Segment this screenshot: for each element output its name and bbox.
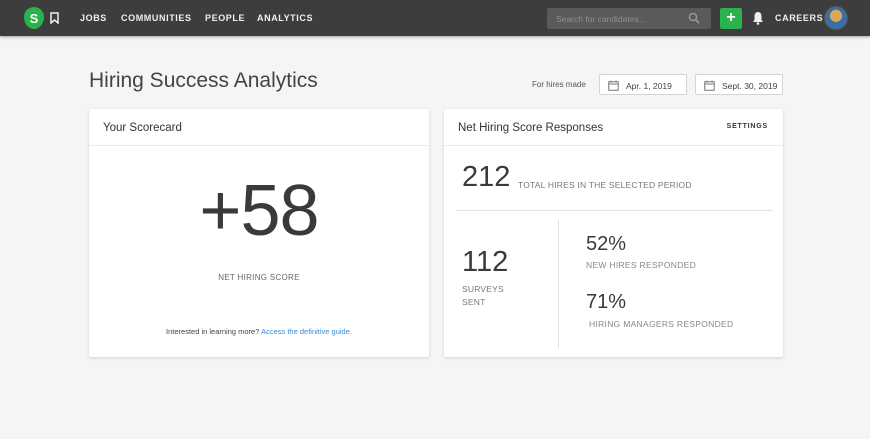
nav-communities[interactable]: COMMUNITIES	[121, 13, 192, 23]
end-date-value: Sept. 30, 2019	[722, 81, 778, 91]
nav-people[interactable]: PEOPLE	[205, 13, 245, 23]
managers-responded-label: HIRING MANAGERS RESPONDED	[589, 319, 734, 329]
surveys-sent-value: 112	[462, 246, 509, 278]
page-title: Hiring Success Analytics	[89, 69, 318, 92]
brand-logo[interactable]: S	[24, 7, 44, 29]
start-date-value: Apr. 1, 2019	[626, 81, 672, 91]
responses-card: Net Hiring Score Responses SETTINGS 212 …	[444, 109, 783, 357]
new-hires-responded-label: NEW HIRES RESPONDED	[586, 260, 697, 270]
search-box	[547, 8, 711, 29]
end-date-field[interactable]: Sept. 30, 2019	[695, 74, 783, 95]
divider	[558, 220, 559, 348]
nav-analytics[interactable]: ANALYTICS	[257, 13, 313, 23]
card-header: Net Hiring Score Responses SETTINGS	[444, 109, 783, 146]
scorecard-card: Your Scorecard +58 NET HIRING SCORE Inte…	[89, 109, 429, 357]
settings-link[interactable]: SETTINGS	[727, 123, 768, 130]
start-date-field[interactable]: Apr. 1, 2019	[599, 74, 687, 95]
learn-more-text: Interested in learning more? Access the …	[89, 327, 429, 336]
bell-icon[interactable]	[752, 11, 764, 25]
calendar-icon	[704, 80, 715, 91]
bookmark-icon[interactable]	[50, 12, 59, 24]
calendar-icon	[608, 80, 619, 91]
top-nav-bar: S JOBS COMMUNITIES PEOPLE ANALYTICS + CA…	[0, 0, 870, 36]
card-title: Your Scorecard	[103, 122, 182, 134]
card-title: Net Hiring Score Responses	[458, 122, 604, 134]
nav-jobs[interactable]: JOBS	[80, 13, 107, 23]
add-button[interactable]: +	[720, 8, 742, 29]
learn-more-prompt: Interested in learning more?	[166, 327, 260, 336]
new-hires-responded-value: 52%	[586, 233, 627, 255]
definitive-guide-link[interactable]: Access the definitive guide.	[261, 327, 352, 336]
date-range-label: For hires made	[532, 80, 586, 89]
total-hires-value: 212	[462, 161, 511, 193]
managers-responded-value: 71%	[586, 291, 627, 313]
total-hires-label: TOTAL HIRES IN THE SELECTED PERIOD	[518, 180, 692, 190]
net-hiring-score-value: +58	[199, 171, 319, 251]
card-header: Your Scorecard	[89, 109, 429, 146]
avatar[interactable]	[824, 6, 848, 30]
surveys-sent-label: SURVEYS SENT	[462, 284, 504, 307]
search-input[interactable]	[547, 8, 687, 29]
search-icon[interactable]	[688, 12, 700, 24]
net-hiring-score-label: NET HIRING SCORE	[218, 273, 300, 282]
nav-careers[interactable]: CAREERS	[775, 13, 823, 23]
divider	[456, 210, 773, 211]
